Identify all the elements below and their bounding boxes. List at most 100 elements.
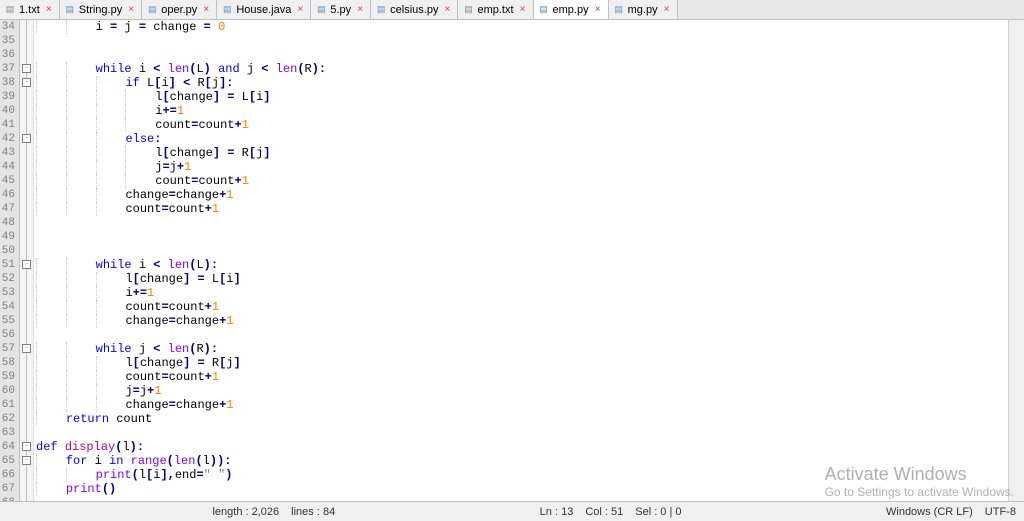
fold-toggle[interactable]: - xyxy=(22,64,31,73)
line-number: 48 xyxy=(0,216,15,230)
vertical-scrollbar[interactable] xyxy=(1008,20,1024,501)
code-line[interactable]: return count xyxy=(36,412,1024,426)
fold-toggle[interactable]: - xyxy=(22,344,31,353)
code-line[interactable]: count=count+1 xyxy=(36,118,1024,132)
tab-5-py[interactable]: ▤5.py× xyxy=(311,0,371,19)
tab-1-txt[interactable]: ▤1.txt× xyxy=(0,0,60,19)
line-number: 58 xyxy=(0,356,15,370)
close-icon[interactable]: × xyxy=(517,4,529,16)
close-icon[interactable]: × xyxy=(200,4,212,16)
close-icon[interactable]: × xyxy=(592,4,604,16)
code-line[interactable]: i+=1 xyxy=(36,286,1024,300)
code-line[interactable]: while i < len(L): xyxy=(36,258,1024,272)
tab-emp-py[interactable]: ▤emp.py× xyxy=(534,0,609,19)
status-sel: Sel : 0 | 0 xyxy=(635,506,681,518)
tab-oper-py[interactable]: ▤oper.py× xyxy=(142,0,217,19)
line-number: 54 xyxy=(0,300,15,314)
close-icon[interactable]: × xyxy=(294,4,306,16)
code-line[interactable]: l[change] = L[i] xyxy=(36,272,1024,286)
fold-toggle[interactable]: - xyxy=(22,134,31,143)
status-lines: lines : 84 xyxy=(291,506,335,518)
line-number: 61 xyxy=(0,398,15,412)
code-area[interactable]: i = j = change = 0 while i < len(L) and … xyxy=(34,20,1024,501)
code-line[interactable]: else: xyxy=(36,132,1024,146)
line-number: 39 xyxy=(0,90,15,104)
status-bar: length : 2,026 lines : 84 Ln : 13 Col : … xyxy=(0,501,1024,521)
line-number: 43 xyxy=(0,146,15,160)
line-number: 44 xyxy=(0,160,15,174)
tab-label: emp.py xyxy=(553,4,589,16)
file-icon: ▤ xyxy=(462,4,474,16)
code-line[interactable]: j=j+1 xyxy=(36,384,1024,398)
tab-label: 1.txt xyxy=(19,4,40,16)
fold-toggle[interactable]: - xyxy=(22,442,31,451)
code-line[interactable]: print() xyxy=(36,482,1024,496)
code-line[interactable]: while j < len(R): xyxy=(36,342,1024,356)
code-line[interactable]: change=change+1 xyxy=(36,188,1024,202)
code-line[interactable] xyxy=(36,328,1024,342)
code-line[interactable] xyxy=(36,426,1024,440)
tab-label: mg.py xyxy=(628,4,658,16)
line-number: 51 xyxy=(0,258,15,272)
code-line[interactable]: def display(l): xyxy=(36,440,1024,454)
code-line[interactable]: change=change+1 xyxy=(36,398,1024,412)
code-line[interactable] xyxy=(36,34,1024,48)
tab-String-py[interactable]: ▤String.py× xyxy=(60,0,142,19)
code-line[interactable]: change=change+1 xyxy=(36,314,1024,328)
code-line[interactable]: for i in range(len(l)): xyxy=(36,454,1024,468)
line-number: 64 xyxy=(0,440,15,454)
code-line[interactable]: if L[i] < R[j]: xyxy=(36,76,1024,90)
code-line[interactable]: j=j+1 xyxy=(36,160,1024,174)
line-number: 55 xyxy=(0,314,15,328)
code-line[interactable]: l[change] = R[j] xyxy=(36,356,1024,370)
line-number: 40 xyxy=(0,104,15,118)
close-icon[interactable]: × xyxy=(661,4,673,16)
line-number: 60 xyxy=(0,384,15,398)
tab-mg-py[interactable]: ▤mg.py× xyxy=(609,0,678,19)
code-line[interactable] xyxy=(36,230,1024,244)
status-encoding: UTF-8 xyxy=(985,506,1016,518)
line-number: 34 xyxy=(0,20,15,34)
tab-label: emp.txt xyxy=(477,4,513,16)
line-number: 37 xyxy=(0,62,15,76)
fold-toggle[interactable]: - xyxy=(22,456,31,465)
code-line[interactable]: print(l[i],end=" ") xyxy=(36,468,1024,482)
line-number: 42 xyxy=(0,132,15,146)
close-icon[interactable]: × xyxy=(354,4,366,16)
line-number: 46 xyxy=(0,188,15,202)
file-icon: ▤ xyxy=(64,4,76,16)
code-line[interactable] xyxy=(36,244,1024,258)
code-line[interactable]: count=count+1 xyxy=(36,202,1024,216)
fold-toggle[interactable]: - xyxy=(22,260,31,269)
status-ln: Ln : 13 xyxy=(540,506,574,518)
code-line[interactable]: count=count+1 xyxy=(36,370,1024,384)
code-line[interactable]: l[change] = R[j] xyxy=(36,146,1024,160)
tab-emp-txt[interactable]: ▤emp.txt × xyxy=(458,0,533,19)
line-number: 47 xyxy=(0,202,15,216)
file-icon: ▤ xyxy=(315,4,327,16)
code-line[interactable]: count=count+1 xyxy=(36,174,1024,188)
code-line[interactable] xyxy=(36,216,1024,230)
line-number: 67 xyxy=(0,482,15,496)
code-line[interactable] xyxy=(36,48,1024,62)
code-line[interactable]: while i < len(L) and j < len(R): xyxy=(36,62,1024,76)
close-icon[interactable]: × xyxy=(43,4,55,16)
line-number: 36 xyxy=(0,48,15,62)
tab-label: String.py xyxy=(79,4,122,16)
code-line[interactable]: i = j = change = 0 xyxy=(36,20,1024,34)
close-icon[interactable]: × xyxy=(441,4,453,16)
line-number: 66 xyxy=(0,468,15,482)
line-number: 63 xyxy=(0,426,15,440)
line-number: 52 xyxy=(0,272,15,286)
line-number: 50 xyxy=(0,244,15,258)
line-number: 45 xyxy=(0,174,15,188)
tab-label: 5.py xyxy=(330,4,351,16)
file-icon: ▤ xyxy=(4,4,16,16)
tab-celsius-py[interactable]: ▤celsius.py× xyxy=(371,0,458,19)
code-line[interactable]: count=count+1 xyxy=(36,300,1024,314)
fold-toggle[interactable]: - xyxy=(22,78,31,87)
tab-House-java[interactable]: ▤House.java× xyxy=(217,0,311,19)
code-line[interactable]: i+=1 xyxy=(36,104,1024,118)
code-line[interactable]: l[change] = L[i] xyxy=(36,90,1024,104)
close-icon[interactable]: × xyxy=(125,4,137,16)
